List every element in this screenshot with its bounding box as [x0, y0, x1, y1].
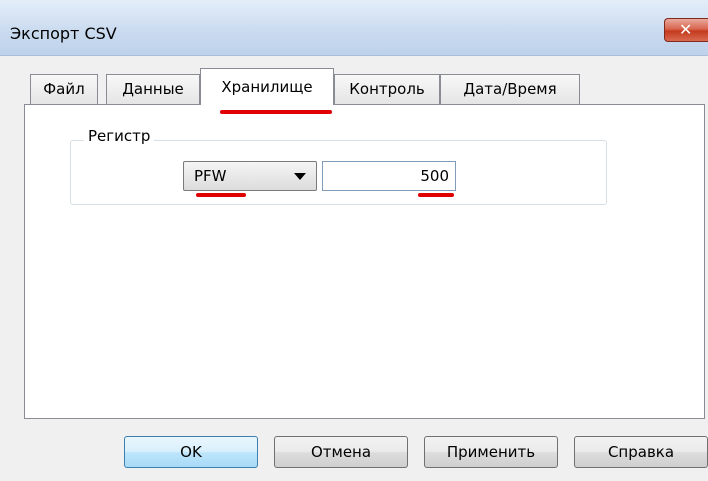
tab-datetime[interactable]: Дата/Время: [440, 74, 580, 104]
register-type-select[interactable]: PFW: [183, 161, 317, 191]
cancel-button[interactable]: Отмена: [274, 436, 408, 468]
tab-label: Файл: [43, 80, 85, 98]
ok-button[interactable]: OK: [124, 436, 258, 468]
tab-file[interactable]: Файл: [30, 74, 98, 104]
highlight-underline-tab: [220, 110, 332, 114]
window-title: Экспорт CSV: [10, 24, 117, 43]
title-bar: Экспорт CSV ✕: [0, 0, 708, 56]
chevron-down-icon: [294, 173, 306, 180]
highlight-underline-input: [418, 193, 454, 197]
tab-control[interactable]: Контроль: [334, 74, 440, 104]
register-address-input[interactable]: [322, 161, 456, 191]
tab-label: Данные: [122, 80, 184, 98]
register-group-label: Регистр: [84, 127, 155, 145]
highlight-underline-select: [196, 193, 246, 197]
help-button[interactable]: Справка: [574, 436, 708, 468]
tab-storage[interactable]: Хранилище: [200, 68, 334, 105]
tab-label: Дата/Время: [463, 80, 557, 98]
tab-data[interactable]: Данные: [106, 74, 200, 104]
tab-label: Хранилище: [221, 78, 313, 96]
apply-button[interactable]: Применить: [424, 436, 558, 468]
tab-label: Контроль: [349, 80, 425, 98]
close-button[interactable]: ✕: [664, 18, 708, 42]
register-type-value: PFW: [194, 167, 227, 185]
close-icon: ✕: [679, 20, 693, 39]
